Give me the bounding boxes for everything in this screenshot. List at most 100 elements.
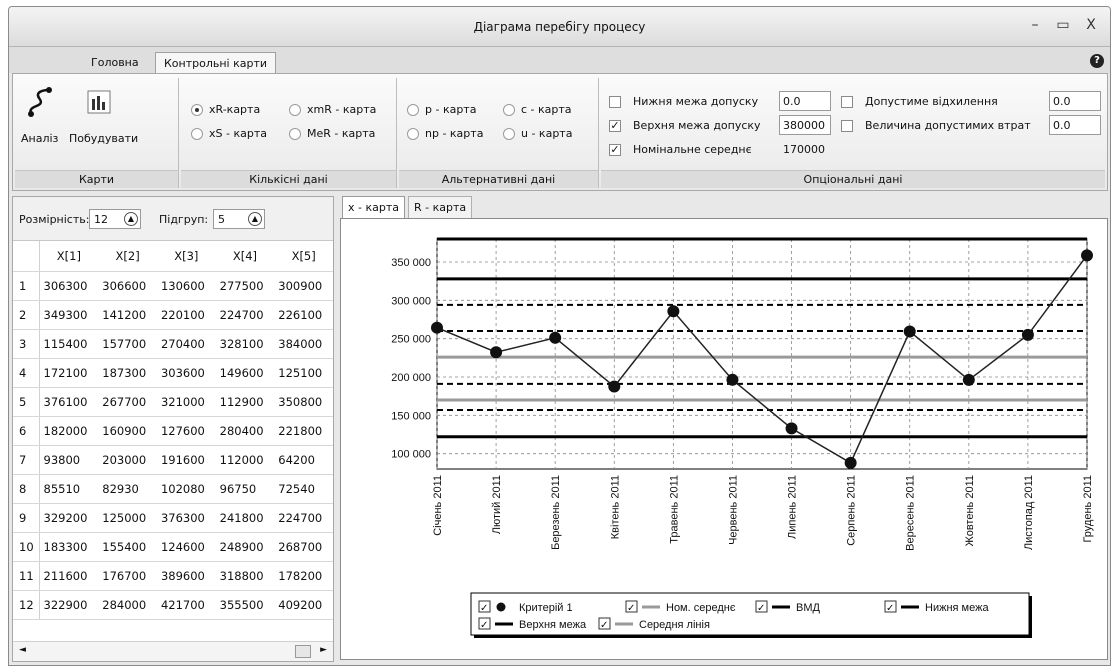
table-cell[interactable]: 112000 — [215, 445, 275, 475]
table-cell[interactable]: 306300 — [39, 271, 99, 301]
checkbox-nominal-mean[interactable]: ✓ — [609, 144, 621, 156]
input-nominal-mean[interactable]: 170000 — [779, 139, 831, 159]
scroll-thumb[interactable] — [295, 645, 311, 658]
table-cell[interactable]: 248900 — [215, 532, 275, 562]
table-row[interactable]: 3 115400 157700 270400 328100 384000 — [13, 329, 333, 359]
table-cell[interactable]: 112900 — [215, 387, 275, 417]
table-cell[interactable]: 421700 — [156, 590, 216, 620]
input-lower-tolerance[interactable]: 0.0 — [779, 91, 831, 111]
table-cell[interactable]: 328100 — [215, 329, 275, 359]
table-cell[interactable]: 102080 — [156, 474, 216, 504]
table-cell[interactable]: 270400 — [156, 329, 216, 359]
table-cell[interactable]: 221800 — [274, 416, 333, 446]
table-cell[interactable]: 203000 — [98, 445, 157, 475]
table-cell[interactable]: 191600 — [156, 445, 216, 475]
tab-control-charts[interactable]: Контрольні карти — [155, 52, 277, 73]
table-cell[interactable]: 268700 — [274, 532, 333, 562]
table-cell[interactable]: 176700 — [98, 561, 157, 591]
radio-u-chart[interactable] — [503, 128, 515, 140]
radio-mer-chart[interactable] — [289, 128, 301, 140]
table-cell[interactable]: 224700 — [215, 300, 275, 330]
table-cell[interactable]: 183300 — [39, 532, 99, 562]
input-upper-tolerance[interactable]: 380000 — [779, 115, 831, 135]
tab-r-chart[interactable]: R - карта — [408, 196, 473, 218]
help-icon[interactable]: ? — [1090, 54, 1104, 68]
checkbox-upper-tolerance[interactable]: ✓ — [609, 120, 621, 132]
radio-p-chart[interactable] — [407, 104, 419, 116]
scroll-left-icon[interactable]: ◄ — [19, 645, 26, 655]
maximize-button[interactable]: ▭ — [1052, 15, 1074, 35]
table-cell[interactable]: 322900 — [39, 590, 99, 620]
table-cell[interactable]: 178200 — [274, 561, 333, 591]
table-cell[interactable]: 211600 — [39, 561, 99, 591]
table-cell[interactable]: 125000 — [98, 503, 157, 533]
table-cell[interactable]: 155400 — [98, 532, 157, 562]
table-row[interactable]: 10 183300 155400 124600 248900 268700 — [13, 532, 333, 562]
table-cell[interactable]: 277500 — [215, 271, 275, 301]
table-cell[interactable]: 220100 — [156, 300, 216, 330]
column-header[interactable]: X[3] — [156, 241, 216, 272]
table-cell[interactable]: 226100 — [274, 300, 333, 330]
table-cell[interactable]: 93800 — [39, 445, 99, 475]
table-cell[interactable]: 64200 — [274, 445, 333, 475]
table-cell[interactable]: 115400 — [39, 329, 99, 359]
radio-c-chart[interactable] — [503, 104, 515, 116]
spinner-arrows-icon[interactable]: ▲ — [248, 212, 262, 226]
table-row[interactable]: 11 211600 176700 389600 318800 178200 — [13, 561, 333, 591]
table-cell[interactable]: 355500 — [215, 590, 275, 620]
checkbox-allowed-deviation[interactable] — [841, 96, 853, 108]
table-cell[interactable]: 127600 — [156, 416, 216, 446]
radio-np-chart[interactable] — [407, 128, 419, 140]
table-row[interactable]: 1 306300 306600 130600 277500 300900 — [13, 271, 333, 301]
column-header[interactable]: X[5] — [274, 241, 333, 272]
table-row[interactable]: 5 376100 267700 321000 112900 350800 — [13, 387, 333, 417]
table-cell[interactable]: 303600 — [156, 358, 216, 388]
table-cell[interactable]: 267700 — [98, 387, 157, 417]
table-cell[interactable]: 224700 — [274, 503, 333, 533]
column-header[interactable]: X[2] — [98, 241, 157, 272]
input-allowed-deviation[interactable]: 0.0 — [1049, 91, 1101, 111]
table-cell[interactable]: 85510 — [39, 474, 99, 504]
table-cell[interactable]: 350800 — [274, 387, 333, 417]
table-row[interactable]: 7 93800 203000 191600 112000 64200 — [13, 445, 333, 475]
table-cell[interactable]: 280400 — [215, 416, 275, 446]
table-row[interactable]: 6 182000 160900 127600 280400 221800 — [13, 416, 333, 446]
checkbox-lower-tolerance[interactable] — [609, 96, 621, 108]
table-cell[interactable]: 82930 — [98, 474, 157, 504]
column-header[interactable]: X[1] — [39, 241, 99, 272]
table-cell[interactable]: 300900 — [274, 271, 333, 301]
radio-xs-chart[interactable] — [191, 128, 203, 140]
close-button[interactable]: X — [1080, 15, 1102, 35]
table-cell[interactable]: 241800 — [215, 503, 275, 533]
table-cell[interactable]: 376300 — [156, 503, 216, 533]
table-cell[interactable]: 124600 — [156, 532, 216, 562]
checkbox-allowed-loss[interactable] — [841, 120, 853, 132]
radio-xmr-chart[interactable] — [289, 104, 301, 116]
table-cell[interactable]: 125100 — [274, 358, 333, 388]
build-button[interactable]: Побудувати — [65, 86, 145, 152]
column-header[interactable]: X[4] — [215, 241, 275, 272]
table-cell[interactable]: 321000 — [156, 387, 216, 417]
table-cell[interactable]: 149600 — [215, 358, 275, 388]
table-cell[interactable]: 187300 — [98, 358, 157, 388]
analysis-button[interactable]: Аналіз — [21, 86, 61, 152]
horizontal-scrollbar[interactable]: ◄ ► — [13, 641, 333, 661]
table-row[interactable]: 4 172100 187300 303600 149600 125100 — [13, 358, 333, 388]
table-cell[interactable]: 329200 — [39, 503, 99, 533]
dimension-spinner[interactable]: 12 ▲ — [89, 209, 141, 229]
table-cell[interactable]: 72540 — [274, 474, 333, 504]
table-cell[interactable]: 157700 — [98, 329, 157, 359]
table-cell[interactable]: 284000 — [98, 590, 157, 620]
table-cell[interactable]: 318800 — [215, 561, 275, 591]
table-cell[interactable]: 384000 — [274, 329, 333, 359]
table-row[interactable]: 9 329200 125000 376300 241800 224700 — [13, 503, 333, 533]
radio-xr-chart[interactable] — [191, 104, 203, 116]
table-cell[interactable]: 172100 — [39, 358, 99, 388]
scroll-right-icon[interactable]: ► — [320, 645, 327, 655]
table-cell[interactable]: 130600 — [156, 271, 216, 301]
input-allowed-loss[interactable]: 0.0 — [1049, 115, 1101, 135]
minimize-button[interactable]: – — [1024, 15, 1046, 35]
spinner-arrows-icon[interactable]: ▲ — [124, 212, 138, 226]
table-cell[interactable]: 376100 — [39, 387, 99, 417]
table-cell[interactable]: 389600 — [156, 561, 216, 591]
